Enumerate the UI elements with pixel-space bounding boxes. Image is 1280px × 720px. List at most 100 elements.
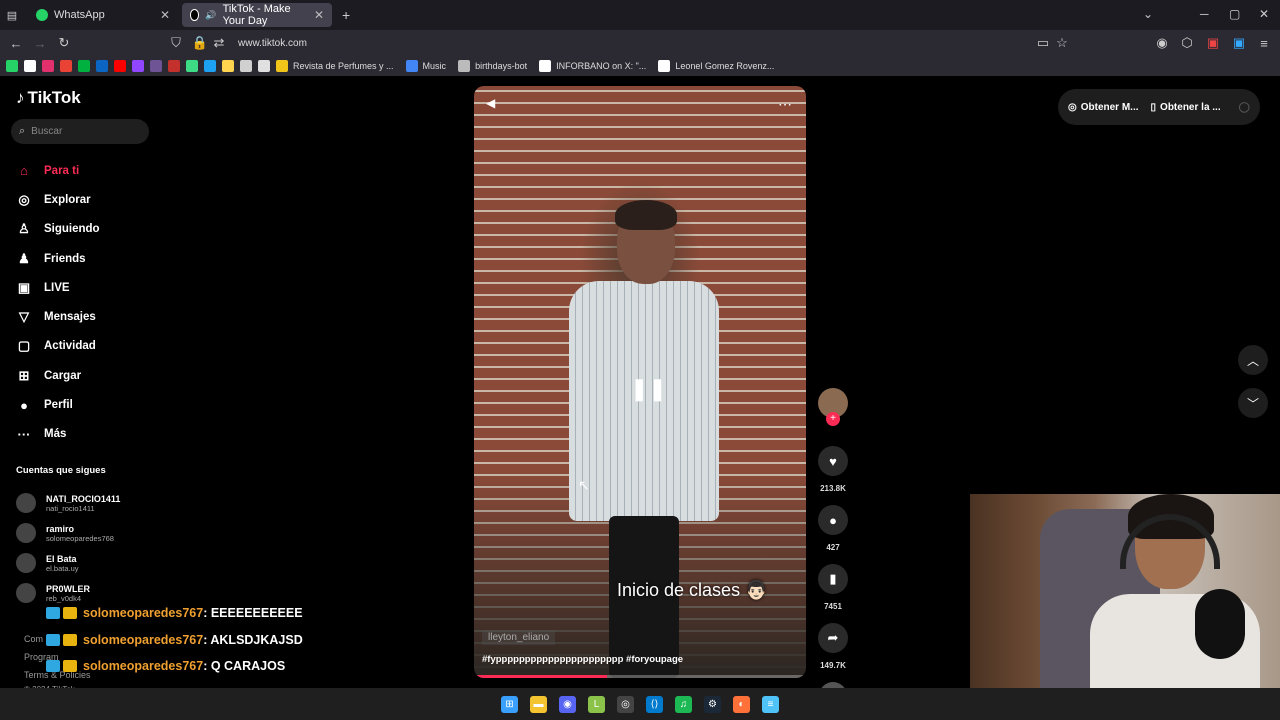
previous-video-button[interactable]: ︿ [1238, 345, 1268, 375]
video-player[interactable]: ◀ ⋯ ❚❚ Inicio de clases 👨🏻 lleyton_elian… [474, 86, 806, 678]
get-coins-button[interactable]: ◎ Obtener M... ▯ Obtener la ... ◯ [1058, 89, 1260, 125]
sidebar-item-mensajes[interactable]: ▽ Mensajes [16, 302, 100, 331]
tab-overview-icon[interactable]: ▤ [0, 9, 24, 22]
sidebar-item-para-ti[interactable]: ⌂ Para ti [16, 156, 100, 185]
bookmark-item[interactable]: INFORBANO on X: "... [539, 60, 646, 72]
vscode-icon[interactable]: ⟨⟩ [646, 695, 663, 713]
close-icon[interactable]: ✕ [160, 8, 170, 22]
sidebar-item-siguiendo[interactable]: ♙ Siguiendo [16, 215, 99, 244]
share-button[interactable]: ➦ [818, 623, 848, 653]
bookmark-item[interactable]: Revista de Perfumes y ... [276, 60, 394, 72]
bookmark-item[interactable]: Leonel Gomez Rovenz... [658, 60, 774, 72]
following-item[interactable]: El Bata el.bata.uy [16, 548, 120, 578]
bookmark-favicon-icon[interactable] [6, 60, 18, 72]
search-input[interactable]: ⌕ Buscar [11, 119, 149, 144]
bookmark-favicon-icon[interactable] [78, 60, 90, 72]
firefox-icon[interactable]: ◐ [733, 695, 750, 713]
avatar [16, 493, 36, 513]
bookmark-favicon-icon[interactable] [96, 60, 108, 72]
steam-icon[interactable]: ⚙ [704, 695, 721, 713]
sub-badge-icon [63, 607, 77, 620]
url-bar[interactable]: www.tiktok.com [238, 38, 307, 49]
obs-icon[interactable]: ◎ [617, 695, 634, 713]
bookmark-favicon-icon[interactable] [24, 60, 36, 72]
sidebar-item-live[interactable]: ▣ LIVE [16, 273, 100, 302]
bookmark-favicon-icon[interactable] [60, 60, 72, 72]
sidebar-item-más[interactable]: ··· Más [16, 420, 100, 449]
sidebar-item-label: Actividad [44, 340, 96, 353]
following-text: ramiro solomeoparedes768 [46, 524, 114, 543]
get-coins-label: Obtener M... [1080, 101, 1139, 113]
spotify-icon[interactable]: ♫ [675, 695, 692, 713]
tab-tiktok[interactable]: 🔊 TikTok - Make Your Day ✕ [182, 3, 332, 27]
extension-badge-icon[interactable]: ▣ [1201, 35, 1225, 51]
bookmark-item[interactable]: birthdays-bot [458, 60, 527, 72]
get-app-label: Obtener la ... [1160, 101, 1221, 113]
sidebar-item-perfil[interactable]: ● Perfil [16, 390, 100, 419]
minimize-button[interactable]: ─ [1200, 7, 1209, 21]
file-explorer-icon[interactable]: ▬ [530, 695, 547, 713]
bookmark-favicon-icon[interactable] [150, 60, 162, 72]
live-app-icon[interactable]: L [588, 695, 605, 713]
menu-icon[interactable]: ≡ [1252, 36, 1276, 51]
upload-icon: ⊞ [18, 367, 30, 383]
forward-icon[interactable]: → [28, 36, 52, 51]
sidebar-item-label: Cargar [44, 369, 82, 382]
close-window-button[interactable]: ✕ [1259, 7, 1269, 21]
bookmark-favicon-icon[interactable] [204, 60, 216, 72]
bookmark-favicon-icon[interactable] [42, 60, 54, 72]
tiktok-logo[interactable]: ♪ TikTok [16, 88, 81, 108]
pause-icon[interactable]: ❚❚ [630, 376, 667, 402]
tab-whatsapp[interactable]: WhatsApp ✕ [28, 3, 178, 27]
back-icon[interactable]: ← [4, 36, 28, 51]
sidebar-item-explorar[interactable]: ◎ Explorar [16, 185, 100, 214]
video-progress-bar[interactable] [474, 675, 806, 678]
tv-icon[interactable]: ◯ [1239, 102, 1250, 113]
tab-list-chevron-icon[interactable]: ⌄ [1143, 7, 1153, 21]
bookmark-favicon-icon[interactable] [240, 60, 252, 72]
bookmark-star-icon[interactable]: ☆ [1050, 35, 1074, 51]
whatsapp-icon [36, 9, 48, 21]
permissions-icon[interactable]: ⇄ [212, 35, 226, 51]
tiktok-note-icon: ♪ [16, 88, 25, 107]
discord-icon[interactable]: ◉ [559, 695, 576, 713]
like-button[interactable]: ♥ [818, 446, 848, 476]
windows-start-icon[interactable]: ⊞ [501, 695, 518, 713]
notepad-icon[interactable]: ≡ [762, 695, 779, 713]
sidebar-item-friends[interactable]: ♟ Friends [16, 244, 100, 273]
bookmark-favicon-icon[interactable] [132, 60, 144, 72]
bookmark-favicon-icon[interactable] [222, 60, 234, 72]
bookmarks-bar: Revista de Perfumes y ... Music birthdays-… [0, 56, 1280, 76]
chat-username: solomeoparedes767 [83, 606, 204, 621]
following-text: NATI_ROCIO1411 nati_rocio1411 [46, 494, 120, 513]
browser-tab-strip: ▤ WhatsApp ✕ 🔊 TikTok - Make Your Day ✕ … [0, 0, 1280, 30]
volume-icon[interactable]: ◀ [486, 96, 495, 110]
following-item[interactable]: NATI_ROCIO1411 nati_rocio1411 [16, 488, 120, 518]
bookmark-favicon-icon[interactable] [258, 60, 270, 72]
extensions-icon[interactable]: ⬡ [1175, 35, 1199, 51]
tab-label: TikTok - Make Your Day [222, 3, 291, 27]
reload-icon[interactable]: ↻ [52, 35, 76, 51]
following-item[interactable]: ramiro solomeoparedes768 [16, 518, 120, 548]
bookmark-favicon-icon[interactable] [114, 60, 126, 72]
sub-badge-icon [63, 660, 77, 673]
bookmark-item[interactable]: Music [405, 60, 446, 72]
bookmark-favicon-icon[interactable] [168, 60, 180, 72]
new-tab-button[interactable]: + [342, 7, 350, 23]
more-options-icon[interactable]: ⋯ [778, 96, 792, 113]
maximize-button[interactable]: ▢ [1229, 7, 1240, 21]
bookmark-favicon-icon[interactable] [186, 60, 198, 72]
speaker-icon[interactable]: 🔊 [205, 10, 216, 21]
save-button[interactable]: ▮ [818, 564, 848, 594]
account-icon[interactable]: ◉ [1150, 35, 1174, 51]
webcam-overlay [970, 494, 1280, 688]
comment-button[interactable]: ● [818, 505, 848, 535]
sidebar-item-cargar[interactable]: ⊞ Cargar [16, 361, 100, 390]
sidebar-item-actividad[interactable]: ▢ Actividad [16, 332, 100, 361]
video-hashtags[interactable]: #fypppppppppppppppppppppp #foryoupage [482, 654, 683, 665]
shield-icon[interactable]: ⛉ [164, 35, 188, 51]
close-icon[interactable]: ✕ [314, 8, 324, 22]
extension-icon[interactable]: ▣ [1227, 35, 1251, 51]
next-video-button[interactable]: ﹀ [1238, 388, 1268, 418]
follow-plus-icon[interactable]: + [826, 412, 840, 426]
